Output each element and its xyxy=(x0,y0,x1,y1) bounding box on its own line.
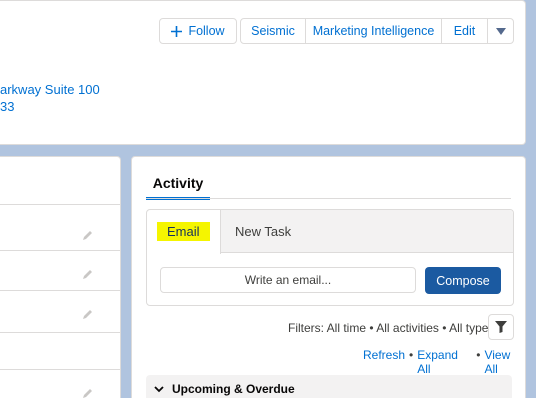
email-input[interactable]: Write an email... xyxy=(160,267,416,293)
action-button-group: Seismic Marketing Intelligence Edit xyxy=(240,18,514,44)
activity-links: Refresh • Expand All • View All xyxy=(363,348,525,376)
field-divider xyxy=(0,369,121,370)
edit-pencil-icon[interactable] xyxy=(82,387,94,398)
edit-pencil-icon[interactable] xyxy=(82,308,94,320)
link-separator: • xyxy=(409,348,414,362)
tab-activity[interactable]: Activity xyxy=(146,175,210,200)
details-card xyxy=(0,156,121,398)
compose-button[interactable]: Compose xyxy=(425,267,501,294)
address-line-1: arkway Suite 100 xyxy=(0,82,100,97)
more-actions-button[interactable] xyxy=(488,19,513,43)
header-actions: Follow Seismic Marketing Intelligence Ed… xyxy=(159,18,514,44)
field-divider xyxy=(0,204,121,205)
chevron-down-icon xyxy=(154,385,164,392)
activity-card: Activity Email New Task Write an email..… xyxy=(131,156,526,398)
filters-summary: Filters: All time • All activities • All… xyxy=(288,321,495,335)
email-tab-label: Email xyxy=(157,222,210,241)
seismic-button[interactable]: Seismic xyxy=(241,19,306,43)
edit-pencil-icon[interactable] xyxy=(82,268,94,280)
record-header-card: Follow Seismic Marketing Intelligence Ed… xyxy=(0,0,526,145)
edit-pencil-icon[interactable] xyxy=(82,229,94,241)
field-divider xyxy=(0,290,121,291)
follow-label: Follow xyxy=(188,24,225,38)
filter-button[interactable] xyxy=(488,314,514,340)
activity-composer: Email New Task Write an email... Compose xyxy=(146,209,514,306)
tab-email[interactable]: Email xyxy=(147,210,221,254)
follow-button[interactable]: Follow xyxy=(159,18,237,44)
billing-address-link[interactable]: arkway Suite 100 33 xyxy=(0,81,100,115)
tab-new-task[interactable]: New Task xyxy=(235,224,291,239)
refresh-link[interactable]: Refresh xyxy=(363,348,405,376)
field-divider xyxy=(0,250,121,251)
address-line-2: 33 xyxy=(0,99,15,114)
expand-all-link[interactable]: Expand All xyxy=(417,348,472,376)
field-divider xyxy=(0,332,121,333)
upcoming-overdue-section[interactable]: Upcoming & Overdue xyxy=(146,375,512,398)
view-all-link[interactable]: View All xyxy=(484,348,525,376)
composer-tabs: Email New Task xyxy=(147,210,513,254)
plus-icon xyxy=(171,25,183,37)
marketing-intelligence-button[interactable]: Marketing Intelligence xyxy=(306,19,442,43)
chevron-down-icon xyxy=(495,27,506,35)
edit-button[interactable]: Edit xyxy=(442,19,488,43)
filter-icon xyxy=(495,321,507,333)
tab-divider xyxy=(146,198,511,199)
section-title: Upcoming & Overdue xyxy=(172,382,295,396)
link-separator: • xyxy=(476,348,481,362)
